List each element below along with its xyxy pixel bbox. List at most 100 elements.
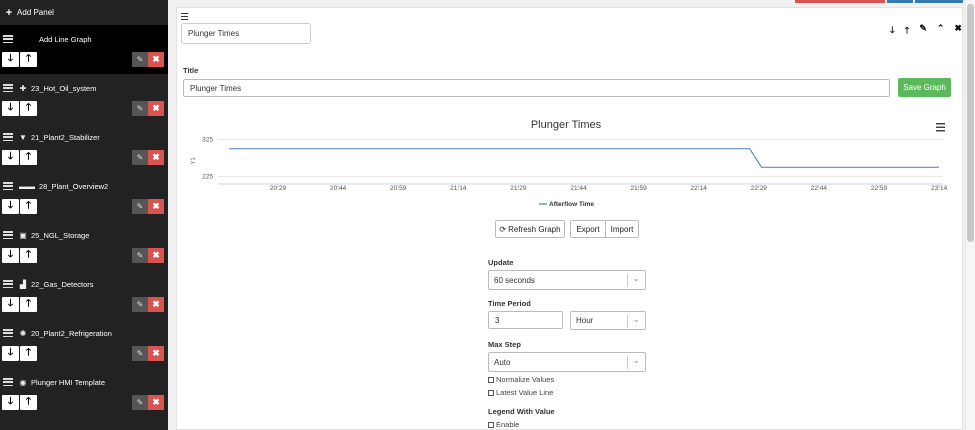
move-up-button[interactable]: 🡑: [20, 101, 37, 116]
sidebar-panel-item[interactable]: ▟ 22_Gas_Detectors 🡓 🡑 ✎ ✖: [0, 270, 168, 319]
panel-menu-icon[interactable]: [181, 13, 188, 20]
y-tick-label: 225: [202, 173, 213, 180]
edit-panel-button[interactable]: ✎: [132, 52, 148, 67]
panel-name[interactable]: Add Line Graph: [39, 35, 92, 44]
panel-header: Add Line Graph: [3, 33, 92, 45]
panel-name[interactable]: 20_Plant2_Refrigeration: [31, 329, 112, 338]
move-up-button[interactable]: 🡑: [20, 150, 37, 165]
top-toolbar-blue-button[interactable]: [887, 0, 913, 3]
drag-handle-icon[interactable]: [3, 133, 13, 141]
panel-actions: 🡓 🡑 ✎ ✖: [2, 395, 166, 410]
enable-legend-checkbox[interactable]: Enable: [488, 420, 519, 429]
panel-name-input[interactable]: Plunger Times: [181, 23, 311, 44]
update-select[interactable]: 60 seconds ⌄: [488, 270, 646, 290]
delete-panel-button[interactable]: ✖: [148, 52, 164, 67]
time-unit-select[interactable]: Hour ⌄: [570, 311, 646, 330]
time-period-label: Time Period: [488, 299, 531, 308]
edit-panel-button[interactable]: ✎: [132, 248, 148, 263]
latest-value-line-checkbox[interactable]: Latest Value Line: [488, 388, 553, 397]
page-scrollbar[interactable]: [966, 0, 975, 430]
time-period-input[interactable]: 3: [488, 311, 563, 329]
sidebar-panel-item[interactable]: ◉ Plunger HMI Template 🡓 🡑 ✎ ✖: [0, 368, 168, 417]
top-toolbar-red-button[interactable]: [795, 0, 885, 3]
sidebar-panel-item[interactable]: ▼ 21_Plant2_Stabilizer 🡓 🡑 ✎ ✖: [0, 123, 168, 172]
move-up-button[interactable]: 🡑: [20, 52, 37, 67]
delete-panel-button[interactable]: ✖: [148, 297, 164, 312]
move-up-button[interactable]: 🡑: [20, 248, 37, 263]
move-down-button[interactable]: 🡓: [2, 395, 19, 410]
panel-name[interactable]: 23_Hot_Oil_system: [31, 84, 96, 93]
drag-handle-icon[interactable]: [3, 182, 13, 190]
panel-header: ✺ 20_Plant2_Refrigeration: [3, 327, 112, 339]
panel-actions: 🡓 🡑 ✎ ✖: [2, 248, 166, 263]
panel-name[interactable]: Plunger HMI Template: [31, 378, 105, 387]
save-graph-button[interactable]: Save Graph: [898, 78, 951, 97]
edit-panel-button[interactable]: ✎: [132, 297, 148, 312]
close-icon: ✖: [152, 299, 160, 309]
drag-handle-icon[interactable]: [3, 280, 13, 288]
move-up-button[interactable]: 🡑: [20, 297, 37, 312]
drag-handle-icon[interactable]: [3, 378, 13, 386]
move-down-button[interactable]: 🡓: [2, 52, 19, 67]
sidebar-panel-item[interactable]: Add Line Graph 🡓 🡑 ✎ ✖: [0, 25, 168, 74]
panel-name[interactable]: 25_NGL_Storage: [31, 231, 89, 240]
delete-panel-button[interactable]: ✖: [148, 395, 164, 410]
panel-name[interactable]: 21_Plant2_Stabilizer: [31, 133, 100, 142]
move-up-icon[interactable]: 🡑: [905, 23, 910, 35]
move-down-button[interactable]: 🡓: [2, 150, 19, 165]
delete-panel-button[interactable]: ✖: [148, 101, 164, 116]
delete-panel-button[interactable]: ✖: [148, 199, 164, 214]
sidebar-panel-item[interactable]: ▣ 25_NGL_Storage 🡓 🡑 ✎ ✖: [0, 221, 168, 270]
wrench-icon: ✎: [136, 398, 144, 407]
import-button[interactable]: Import: [605, 220, 639, 238]
edit-panel-button[interactable]: ✎: [132, 199, 148, 214]
x-tick-label: 20:59: [390, 185, 407, 192]
drag-handle-icon[interactable]: [3, 84, 13, 92]
top-toolbar-blue-button-2[interactable]: [915, 0, 963, 3]
close-icon[interactable]: ✖: [954, 23, 962, 35]
export-button[interactable]: Export: [570, 220, 606, 238]
close-icon: ✖: [152, 348, 160, 358]
move-down-button[interactable]: 🡓: [2, 199, 19, 214]
delete-panel-button[interactable]: ✖: [148, 346, 164, 361]
move-up-button[interactable]: 🡑: [20, 346, 37, 361]
sidebar-panel-item[interactable]: ✚ 23_Hot_Oil_system 🡓 🡑 ✎ ✖: [0, 74, 168, 123]
move-down-icon[interactable]: 🡓: [890, 23, 895, 35]
move-down-button[interactable]: 🡓: [2, 101, 19, 116]
drag-handle-icon[interactable]: [3, 35, 13, 43]
collapse-chevron-icon[interactable]: ⌃: [937, 23, 945, 35]
panel-header: ▬▬ 28_Plant_Overview2: [3, 180, 108, 192]
panel-name[interactable]: 22_Gas_Detectors: [31, 280, 94, 289]
sidebar-panel-item[interactable]: ▬▬ 28_Plant_Overview2 🡓 🡑 ✎ ✖: [0, 172, 168, 221]
add-panel-button[interactable]: + Add Panel: [0, 0, 168, 25]
move-down-button[interactable]: 🡓: [2, 346, 19, 361]
panel-name[interactable]: 28_Plant_Overview2: [39, 182, 108, 191]
panel-controls: 🡓 🡑 ✎ ⌃ ✖: [890, 23, 962, 35]
normalize-values-checkbox[interactable]: Normalize Values: [488, 375, 554, 384]
drag-handle-icon[interactable]: [3, 231, 13, 239]
drag-handle-icon[interactable]: [3, 329, 13, 337]
max-step-select[interactable]: Auto ⌄: [488, 352, 646, 372]
move-down-button[interactable]: 🡓: [2, 297, 19, 312]
add-panel-label: Add Panel: [17, 8, 54, 17]
arrow-down-icon: 🡓: [7, 396, 14, 407]
update-label: Update: [488, 258, 514, 267]
move-down-button[interactable]: 🡓: [2, 248, 19, 263]
edit-panel-button[interactable]: ✎: [132, 346, 148, 361]
move-up-button[interactable]: 🡑: [20, 395, 37, 410]
wrench-icon[interactable]: ✎: [919, 23, 927, 35]
scrollbar-thumb[interactable]: [967, 4, 974, 242]
move-up-button[interactable]: 🡑: [20, 199, 37, 214]
refresh-icon: ⟳: [499, 224, 507, 234]
edit-panel-button[interactable]: ✎: [132, 101, 148, 116]
panel-header: ▟ 22_Gas_Detectors: [3, 278, 94, 290]
sidebar-panel-item[interactable]: ✺ 20_Plant2_Refrigeration 🡓 🡑 ✎ ✖: [0, 319, 168, 368]
refresh-graph-button[interactable]: ⟳ Refresh Graph: [495, 220, 565, 238]
edit-panel-button[interactable]: ✎: [132, 395, 148, 410]
sidebar: + Add Panel Add Line Graph 🡓 🡑 ✎ ✖ ✚ 23_Hot_Oi…: [0, 0, 168, 430]
delete-panel-button[interactable]: ✖: [148, 150, 164, 165]
legend-label: Afterflow Time: [549, 201, 594, 208]
title-input[interactable]: Plunger Times: [183, 79, 890, 97]
delete-panel-button[interactable]: ✖: [148, 248, 164, 263]
edit-panel-button[interactable]: ✎: [132, 150, 148, 165]
